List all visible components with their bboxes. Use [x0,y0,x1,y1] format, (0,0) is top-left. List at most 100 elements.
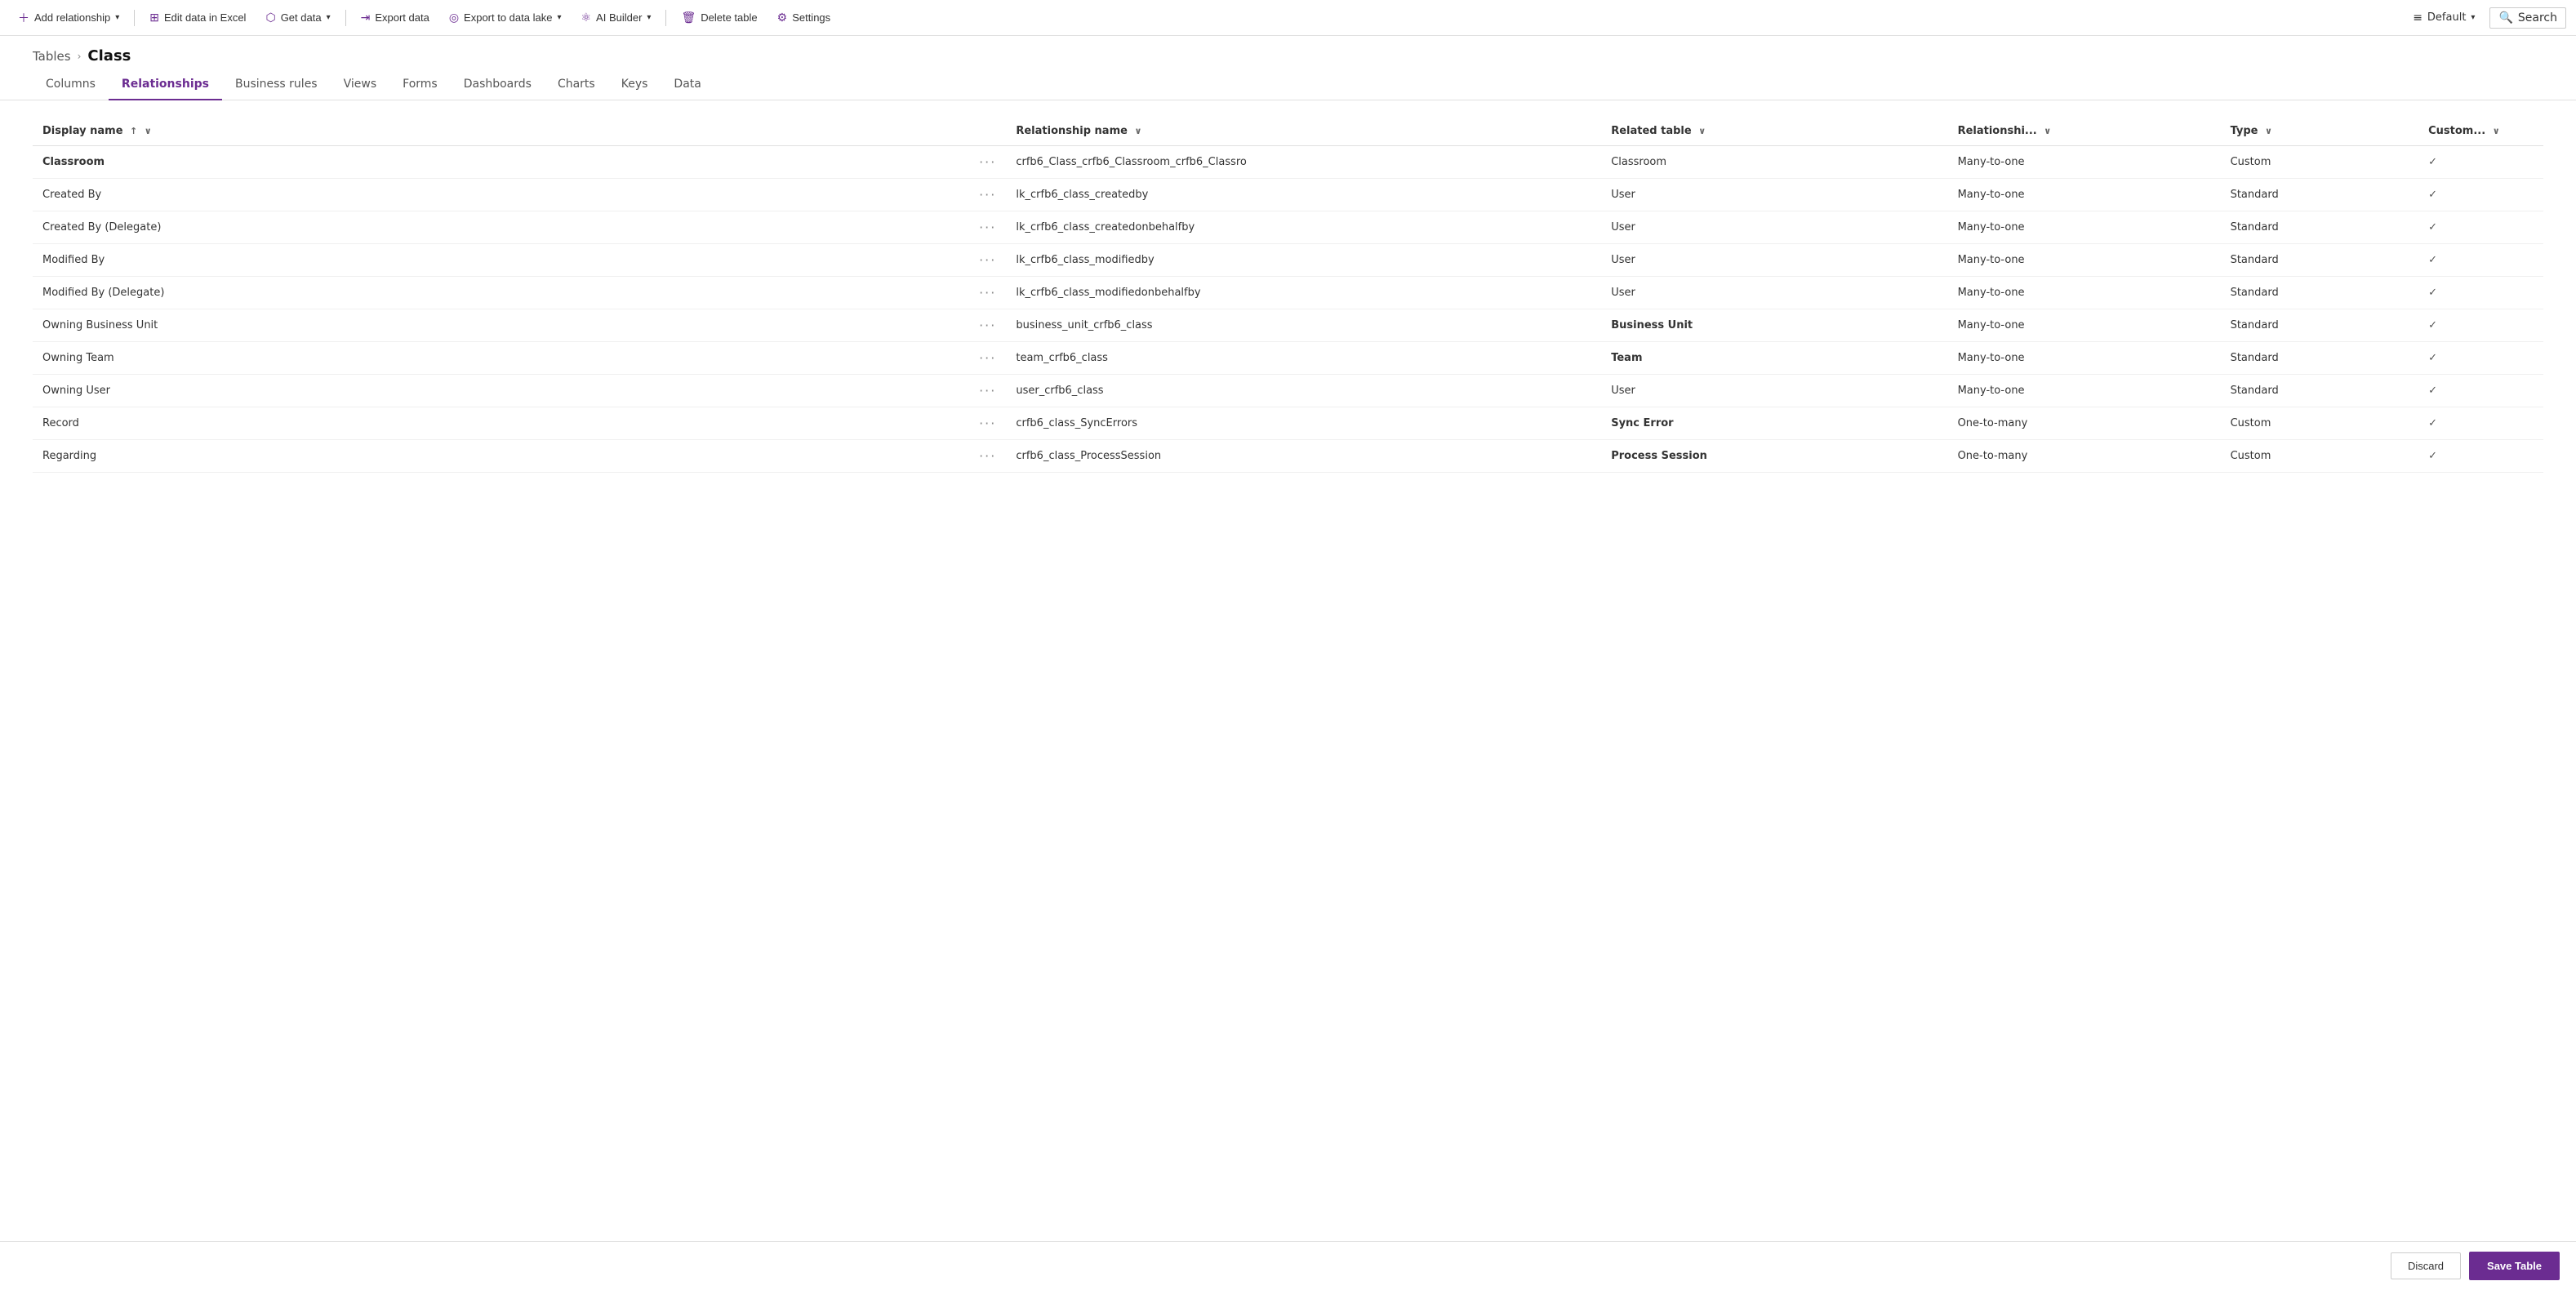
cell-custom: ✓ [2418,244,2543,277]
cell-type: Standard [2221,211,2419,244]
dots-menu-icon[interactable]: ··· [979,187,996,202]
table-body: Classroom···crfb6_Class_crfb6_Classroom_… [33,146,2543,473]
discard-button[interactable]: Discard [2391,1252,2461,1279]
sort-filter-icon: ∨ [145,126,152,136]
cell-row-menu[interactable]: ··· [969,211,1006,244]
tab-keys[interactable]: Keys [608,69,661,100]
tab-columns[interactable]: Columns [33,69,109,100]
check-icon: ✓ [2428,319,2437,331]
dots-menu-icon[interactable]: ··· [979,252,996,268]
save-table-button[interactable]: Save Table [2469,1252,2560,1280]
tab-data[interactable]: Data [661,69,714,100]
view-icon: ≡ [2413,11,2423,24]
cell-display-name: Regarding [33,440,969,473]
col-header-type[interactable]: Type ∨ [2221,117,2419,146]
cell-row-menu[interactable]: ··· [969,342,1006,375]
tab-relationships[interactable]: Relationships [109,69,222,100]
get-data-chevron-icon: ▾ [327,13,331,22]
export-data-label: Export data [375,11,429,24]
table-row: Modified By···lk_crfb6_class_modifiedbyU… [33,244,2543,277]
tab-charts[interactable]: Charts [545,69,608,100]
cell-display-name: Created By [33,179,969,211]
lake-chevron-icon: ▾ [557,13,561,22]
cell-related-table: User [1601,211,1947,244]
cell-row-menu[interactable]: ··· [969,440,1006,473]
ai-builder-button[interactable]: ⚛ AI Builder ▾ [572,6,659,29]
cell-custom: ✓ [2418,277,2543,309]
cell-custom: ✓ [2418,179,2543,211]
tab-views[interactable]: Views [331,69,390,100]
cell-related-table: Business Unit [1601,309,1947,342]
cell-related-table: User [1601,277,1947,309]
cell-custom: ✓ [2418,440,2543,473]
col-header-related-table[interactable]: Related table ∨ [1601,117,1947,146]
cell-relationship-type: Many-to-one [1948,342,2221,375]
cell-relationship-name: business_unit_crfb6_class [1006,309,1601,342]
dots-menu-icon[interactable]: ··· [979,220,996,235]
dots-menu-icon[interactable]: ··· [979,154,996,170]
table-row: Owning Business Unit···business_unit_crf… [33,309,2543,342]
dots-menu-icon[interactable]: ··· [979,383,996,398]
cell-row-menu[interactable]: ··· [969,146,1006,179]
cell-related-table: User [1601,244,1947,277]
export-lake-button[interactable]: ◎ Export to data lake ▾ [441,6,570,29]
default-view-selector[interactable]: ≡ Default ▾ [2405,8,2483,28]
col-header-display-name[interactable]: Display name ↑ ∨ [33,117,969,146]
related-sort-icon: ∨ [1698,126,1706,136]
table-row: Record···crfb6_class_SyncErrorsSync Erro… [33,407,2543,440]
edit-excel-button[interactable]: ⊞ Edit data in Excel [141,6,254,29]
export-data-button[interactable]: ⇥ Export data [353,6,438,29]
custom-sort-icon: ∨ [2493,126,2500,136]
cell-row-menu[interactable]: ··· [969,179,1006,211]
separator-1 [134,10,135,26]
cell-related-table: Classroom [1601,146,1947,179]
tab-dashboards[interactable]: Dashboards [451,69,545,100]
cell-relationship-type: Many-to-one [1948,244,2221,277]
cell-relationship-type: Many-to-one [1948,277,2221,309]
cell-type: Custom [2221,407,2419,440]
search-box[interactable]: 🔍 Search [2489,7,2566,29]
cell-row-menu[interactable]: ··· [969,277,1006,309]
cell-row-menu[interactable]: ··· [969,407,1006,440]
cell-row-menu[interactable]: ··· [969,375,1006,407]
cell-display-name: Modified By [33,244,969,277]
dropdown-chevron-icon: ▾ [115,13,119,22]
cell-type: Standard [2221,375,2419,407]
settings-button[interactable]: ⚙ Settings [769,6,839,29]
col-header-relationship-type[interactable]: Relationshi... ∨ [1948,117,2221,146]
main-content: Display name ↑ ∨ Relationship name ∨ Rel… [0,100,2576,1241]
cell-display-name: Modified By (Delegate) [33,277,969,309]
cell-row-menu[interactable]: ··· [969,309,1006,342]
dots-menu-icon[interactable]: ··· [979,448,996,464]
dots-menu-icon[interactable]: ··· [979,416,996,431]
add-relationship-label: Add relationship [34,11,110,24]
dots-menu-icon[interactable]: ··· [979,318,996,333]
check-icon: ✓ [2428,156,2437,168]
cell-type: Standard [2221,309,2419,342]
cell-row-menu[interactable]: ··· [969,244,1006,277]
lake-icon: ◎ [449,11,459,24]
dots-menu-icon[interactable]: ··· [979,350,996,366]
cell-related-table: Process Session [1601,440,1947,473]
cell-type: Standard [2221,244,2419,277]
table-row: Modified By (Delegate)···lk_crfb6_class_… [33,277,2543,309]
add-relationship-button[interactable]: ＋ Add relationship ▾ [10,5,127,31]
check-icon: ✓ [2428,254,2437,266]
tab-forms[interactable]: Forms [389,69,451,100]
tab-business-rules[interactable]: Business rules [222,69,331,100]
breadcrumb-tables-link[interactable]: Tables [33,49,71,64]
delete-table-button[interactable]: 🗑 Delete table [673,6,765,29]
footer: Discard Save Table [0,1241,2576,1290]
dots-menu-icon[interactable]: ··· [979,285,996,300]
toolbar-right: ≡ Default ▾ 🔍 Search [2405,7,2566,29]
check-icon: ✓ [2428,450,2437,462]
cell-related-table: Team [1601,342,1947,375]
cell-relationship-name: crfb6_class_SyncErrors [1006,407,1601,440]
settings-label: Settings [792,11,830,24]
breadcrumb: Tables › Class [0,36,2576,69]
check-icon: ✓ [2428,385,2437,397]
col-header-custom[interactable]: Custom... ∨ [2418,117,2543,146]
col-header-relationship-name[interactable]: Relationship name ∨ [1006,117,1601,146]
cell-relationship-name: crfb6_class_ProcessSession [1006,440,1601,473]
get-data-button[interactable]: ⬡ Get data ▾ [257,6,338,29]
